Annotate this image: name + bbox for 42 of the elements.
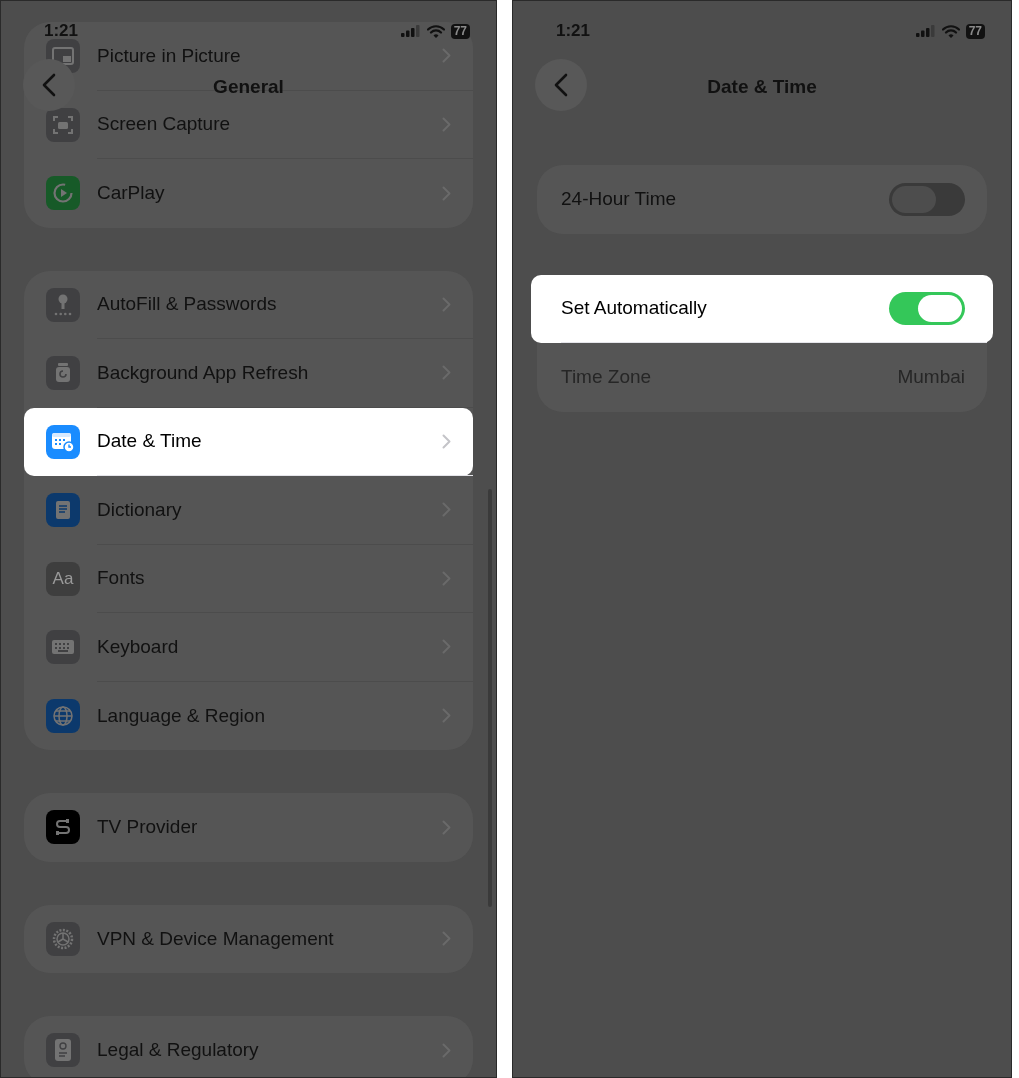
play-icon bbox=[52, 182, 74, 205]
row-label: Keyboard bbox=[97, 634, 180, 659]
document-icon bbox=[53, 1038, 73, 1063]
row-label: Date & Time bbox=[97, 429, 203, 453]
row-label: Screen Capture bbox=[97, 112, 232, 136]
back-icon bbox=[554, 73, 568, 97]
chevron-icon bbox=[442, 433, 451, 449]
highlighted-row[interactable]: Set Automatically bbox=[531, 274, 993, 343]
row-label: 24-Hour Time bbox=[561, 187, 678, 211]
signal-icon bbox=[400, 25, 421, 37]
row-label: Dictionary bbox=[97, 497, 183, 522]
status-time: 1:21 bbox=[556, 20, 591, 43]
row-label: CarPlay bbox=[97, 181, 166, 205]
row-label: TV Provider bbox=[97, 815, 199, 839]
row-label: Legal & Regulatory bbox=[97, 1038, 260, 1062]
toggle-switch[interactable] bbox=[889, 291, 965, 325]
row-label: Picture in Picture bbox=[97, 43, 242, 68]
row-label: Set Automatically bbox=[561, 296, 708, 320]
battery-indicator: 77 bbox=[965, 23, 985, 39]
book-icon bbox=[53, 499, 73, 522]
row-label: VPN & Device Management bbox=[97, 926, 335, 951]
wifi-icon bbox=[941, 24, 960, 38]
highlighted-row[interactable]: Date & Time bbox=[24, 407, 473, 476]
globe-icon bbox=[52, 704, 74, 727]
back-button[interactable] bbox=[535, 59, 587, 111]
wifi-icon bbox=[426, 24, 445, 38]
signal-icon bbox=[915, 25, 936, 37]
nav-title: General bbox=[213, 76, 284, 97]
row-label: Language & Region bbox=[97, 703, 266, 728]
gear-icon bbox=[51, 926, 75, 951]
app-icon: Aa bbox=[46, 561, 80, 596]
status-time: 1:21 bbox=[44, 20, 79, 43]
row-label: AutoFill & Passwords bbox=[97, 292, 278, 316]
nav-title: Date & Time bbox=[707, 76, 817, 97]
key-icon bbox=[52, 292, 74, 317]
back-icon bbox=[42, 73, 56, 97]
toggle-switch[interactable] bbox=[889, 182, 965, 216]
keyboard-icon bbox=[51, 639, 75, 656]
picture-in-picture-icon bbox=[52, 47, 74, 66]
row-label: Fonts bbox=[97, 566, 146, 590]
camera-icon bbox=[52, 113, 74, 136]
row-label: Background App Refresh bbox=[97, 360, 310, 385]
